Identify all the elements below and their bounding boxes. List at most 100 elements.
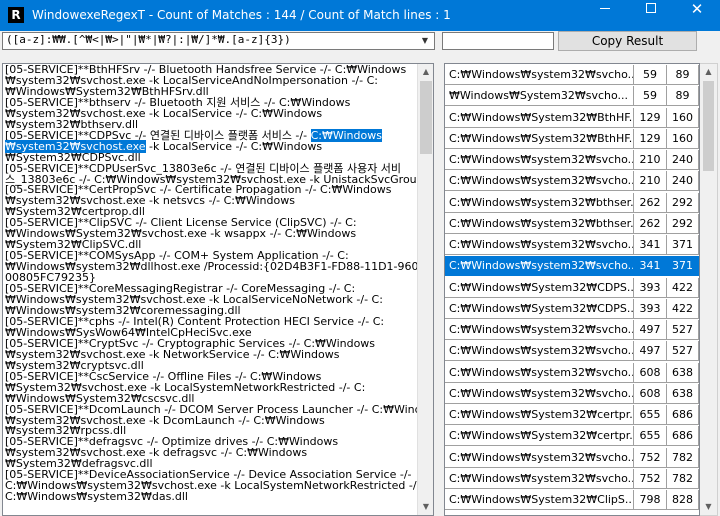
regex-input-value[interactable]: ([a-z]:₩₩.[^₩<|₩>|"|₩*|₩?|:|₩/]*₩.[a-z]{…	[6, 33, 291, 46]
result-end-cell: 782	[667, 447, 699, 468]
text-segment: -k LocalService -/- C:₩Windows	[145, 139, 323, 153]
result-row[interactable]: ₩Windows₩System32₩svcho... 59 89	[445, 86, 699, 107]
result-path-cell: C:₩Windows₩System32₩ClipS...	[445, 490, 634, 510]
result-end-cell: 89	[667, 86, 699, 107]
scroll-up-icon[interactable]: ▲	[418, 64, 433, 80]
result-path-cell: C:₩Windows₩system32₩bthser...	[445, 192, 634, 213]
result-row[interactable]: C:₩Windows₩System32₩BthHF... 129 160	[445, 107, 699, 129]
result-start-cell: 752	[634, 468, 667, 489]
result-end-cell: 638	[667, 383, 699, 404]
result-path-cell: C:₩Windows₩System32₩CDPS...	[445, 298, 634, 319]
result-end-cell: 686	[667, 405, 699, 425]
result-start-cell: 393	[634, 277, 667, 298]
maximize-icon	[646, 3, 656, 13]
scroll-down-icon[interactable]: ▼	[700, 499, 717, 515]
result-row[interactable]: C:₩Windows₩system32₩svcho... 608 638	[445, 383, 699, 405]
maximize-button[interactable]	[628, 0, 674, 31]
result-path-cell: C:₩Windows₩system32₩svcho...	[445, 383, 634, 404]
result-start-cell: 655	[634, 426, 667, 447]
result-end-cell: 292	[667, 213, 699, 234]
result-row[interactable]: C:₩Windows₩System32₩CDPS... 393 422	[445, 277, 699, 299]
result-row[interactable]: C:₩Windows₩system32₩svcho... 59 89	[445, 65, 699, 86]
result-start-cell: 608	[634, 383, 667, 404]
result-end-cell: 422	[667, 298, 699, 319]
result-row[interactable]: C:₩Windows₩system32₩bthser... 262 292	[445, 213, 699, 235]
result-start-cell: 59	[634, 86, 667, 107]
source-text[interactable]: [05-SERVICE]**BthHFSrv -/- Bluetooth Han…	[5, 64, 433, 504]
chevron-down-icon[interactable]: ▼	[417, 33, 433, 49]
result-row[interactable]: C:₩Windows₩system32₩svcho... 341 371	[445, 256, 699, 277]
result-row[interactable]: C:₩Windows₩system32₩svcho... 210 240	[445, 171, 699, 192]
result-path-cell: C:₩Windows₩system32₩svcho...	[445, 171, 634, 192]
list-vertical-scrollbar[interactable]: ▲ ▼	[700, 63, 718, 516]
result-path-cell: C:₩Windows₩system32₩svcho...	[445, 468, 634, 489]
scroll-thumb[interactable]	[420, 81, 432, 154]
close-button[interactable]: ✕	[674, 0, 720, 31]
source-text-pane[interactable]: [05-SERVICE]**BthHFSrv -/- Bluetooth Han…	[2, 63, 434, 516]
result-path-cell: C:₩Windows₩system32₩svcho...	[445, 362, 634, 383]
result-end-cell: 422	[667, 277, 699, 298]
result-start-cell: 129	[634, 107, 667, 128]
result-end-cell: 527	[667, 320, 699, 340]
result-start-cell: 262	[634, 192, 667, 213]
result-path-cell: C:₩Windows₩system32₩bthser...	[445, 213, 634, 234]
result-start-cell: 752	[634, 447, 667, 468]
result-end-cell: 160	[667, 128, 699, 149]
result-path-cell: C:₩Windows₩system32₩svcho...	[445, 150, 634, 170]
result-path-cell: C:₩Windows₩system32₩svcho...	[445, 447, 634, 468]
result-start-cell: 608	[634, 362, 667, 383]
result-start-cell: 210	[634, 171, 667, 192]
result-start-cell: 129	[634, 128, 667, 149]
text-line: C:₩Windows₩system32₩das.dll	[5, 490, 188, 504]
result-end-cell: 292	[667, 192, 699, 213]
result-row[interactable]: C:₩Windows₩system32₩svcho... 608 638	[445, 362, 699, 384]
result-row[interactable]: C:₩Windows₩system32₩svcho... 341 371	[445, 235, 699, 256]
copy-result-button[interactable]: Copy Result	[558, 31, 697, 51]
result-end-cell: 828	[667, 490, 699, 510]
result-path-cell: C:₩Windows₩System32₩BthHF...	[445, 107, 634, 128]
result-end-cell: 240	[667, 150, 699, 170]
result-start-cell: 497	[634, 341, 667, 362]
result-path-cell: C:₩Windows₩System32₩certpr...	[445, 405, 634, 425]
result-path-cell: C:₩Windows₩system32₩svcho...	[445, 65, 634, 85]
match-result-list[interactable]: C:₩Windows₩system32₩svcho... 59 89 ₩Windows…	[444, 63, 700, 516]
result-row[interactable]: C:₩Windows₩System32₩BthHF... 129 160	[445, 128, 699, 150]
close-icon: ✕	[690, 0, 704, 18]
result-end-cell: 371	[667, 235, 699, 255]
result-row[interactable]: C:₩Windows₩system32₩svcho... 497 527	[445, 320, 699, 341]
scroll-up-icon[interactable]: ▲	[700, 64, 717, 80]
window-title: WindowexeRegexT - Count of Matches : 144…	[32, 8, 451, 22]
result-path-cell: C:₩Windows₩system32₩svcho...	[445, 256, 634, 277]
minimize-button[interactable]	[582, 0, 628, 31]
regex-combobox[interactable]: ([a-z]:₩₩.[^₩<|₩>|"|₩*|₩?|:|₩/]*₩.[a-z]{…	[2, 32, 435, 50]
result-row[interactable]: C:₩Windows₩System32₩ClipS... 798 828	[445, 490, 699, 511]
filter-input[interactable]	[442, 32, 554, 50]
result-path-cell: C:₩Windows₩system32₩svcho...	[445, 341, 634, 362]
result-row[interactable]: C:₩Windows₩System32₩CDPS... 393 422	[445, 298, 699, 320]
result-start-cell: 341	[634, 256, 667, 277]
result-end-cell: 89	[667, 65, 699, 85]
result-end-cell: 160	[667, 107, 699, 128]
result-row[interactable]: C:₩Windows₩system32₩svcho... 752 782	[445, 468, 699, 490]
scroll-thumb[interactable]	[703, 81, 714, 171]
result-path-cell: C:₩Windows₩system32₩svcho...	[445, 235, 634, 255]
result-row[interactable]: C:₩Windows₩System32₩certpr... 655 686	[445, 426, 699, 447]
result-row[interactable]: C:₩Windows₩system32₩svcho... 752 782	[445, 447, 699, 469]
result-row[interactable]: C:₩Windows₩system32₩bthser... 262 292	[445, 192, 699, 214]
result-start-cell: 262	[634, 213, 667, 234]
result-row[interactable]: C:₩Windows₩system32₩svcho... 210 240	[445, 150, 699, 171]
result-row[interactable]: C:₩Windows₩System32₩certpr... 655 686	[445, 405, 699, 426]
text-vertical-scrollbar[interactable]: ▲ ▼	[417, 64, 433, 515]
result-start-cell: 798	[634, 490, 667, 510]
result-end-cell: 686	[667, 426, 699, 447]
result-path-cell: C:₩Windows₩System32₩certpr...	[445, 426, 634, 447]
result-start-cell: 341	[634, 235, 667, 255]
result-path-cell: C:₩Windows₩System32₩CDPS...	[445, 277, 634, 298]
result-start-cell: 59	[634, 65, 667, 85]
scroll-down-icon[interactable]: ▼	[418, 499, 433, 515]
result-path-cell: ₩Windows₩System32₩svcho...	[445, 86, 634, 107]
result-path-cell: C:₩Windows₩system32₩svcho...	[445, 320, 634, 340]
result-row[interactable]: C:₩Windows₩system32₩svcho... 497 527	[445, 341, 699, 362]
result-end-cell: 527	[667, 341, 699, 362]
result-start-cell: 393	[634, 298, 667, 319]
